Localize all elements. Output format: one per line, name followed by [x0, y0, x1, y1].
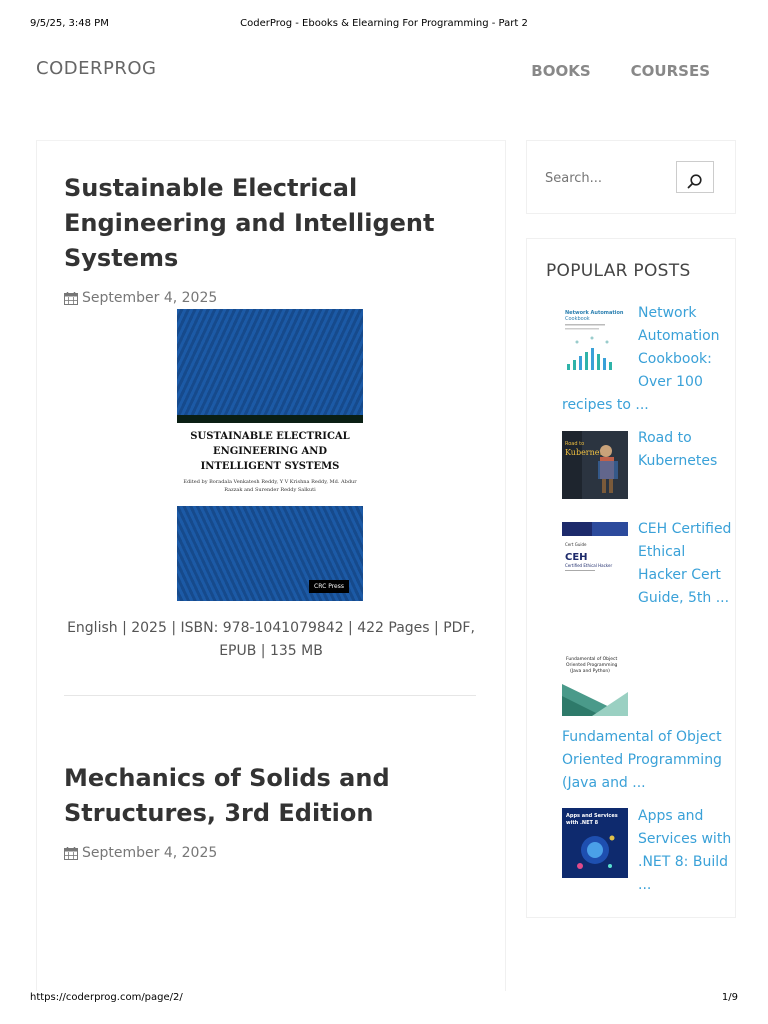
- svg-text:Oriented Programming: Oriented Programming: [566, 662, 618, 668]
- book-cover-image[interactable]: SUSTAINABLE ELECTRICAL ENGINEERING AND I…: [177, 309, 363, 601]
- post-date: September 4, 2025: [64, 845, 478, 861]
- site-logo[interactable]: CODERPROG: [36, 58, 156, 79]
- svg-text:Road to: Road to: [565, 441, 584, 447]
- popular-post-thumbnail[interactable]: Apps and Services with .NET 8: [562, 808, 628, 878]
- cover-publisher-logo: CRC Press: [309, 580, 349, 593]
- search-button[interactable]: [676, 161, 714, 193]
- svg-text:Cookbook: Cookbook: [565, 316, 590, 322]
- post-meta: English | 2025 | ISBN: 978-1041079842 | …: [67, 620, 475, 659]
- main-nav: BOOKS COURSES: [531, 62, 710, 80]
- svg-text:(Java and Python): (Java and Python): [570, 668, 610, 674]
- svg-text:Cert Guide: Cert Guide: [565, 542, 587, 547]
- popular-post-item: Road to Kubernetes Road to Kubernetes: [562, 427, 734, 499]
- popular-posts-heading: POPULAR POSTS: [546, 261, 691, 281]
- search-widget: [526, 140, 736, 214]
- popular-post-thumbnail[interactable]: Road to Kubernetes: [562, 431, 628, 499]
- popular-post-link[interactable]: Fundamental of Object Oriented Programmi…: [562, 729, 722, 791]
- svg-text:with .NET 8: with .NET 8: [566, 820, 599, 826]
- popular-post-link[interactable]: Apps and Services with .NET 8: Build ...: [638, 808, 731, 893]
- post-date-text: September 4, 2025: [82, 290, 218, 306]
- svg-text:CEH: CEH: [565, 552, 588, 563]
- nav-books-link[interactable]: BOOKS: [531, 62, 590, 80]
- cover-title: SUSTAINABLE ELECTRICAL ENGINEERING AND I…: [190, 431, 350, 472]
- print-doc-title: CoderProg - Ebooks & Elearning For Progr…: [240, 18, 528, 29]
- post-title[interactable]: Sustainable Electrical Engineering and I…: [64, 171, 478, 276]
- cover-title-panel: SUSTAINABLE ELECTRICAL ENGINEERING AND I…: [177, 423, 363, 506]
- site-header: CODERPROG BOOKS COURSES: [0, 58, 768, 88]
- popular-post-thumbnail[interactable]: Network Automation Cookbook: [562, 306, 628, 372]
- cover-editors: Edited by Boradala Venkatesh Reddy, Y V …: [183, 479, 357, 493]
- print-url: https://coderprog.com/page/2/: [30, 992, 183, 1003]
- search-icon: [677, 173, 713, 189]
- popular-post-thumbnail[interactable]: Cert Guide CEH Certified Ethical Hacker: [562, 522, 628, 588]
- post-date-text: September 4, 2025: [82, 845, 218, 861]
- popular-post-link[interactable]: Road to Kubernetes: [638, 430, 717, 469]
- post-divider: [64, 695, 476, 696]
- svg-text:Certified Ethical Hacker: Certified Ethical Hacker: [565, 563, 612, 568]
- main-content: Sustainable Electrical Engineering and I…: [36, 140, 506, 991]
- svg-text:Fundamental of Object: Fundamental of Object: [566, 656, 618, 662]
- cover-texture-top: [177, 309, 363, 415]
- popular-post-thumbnail[interactable]: Fundamental of Object Oriented Programmi…: [562, 646, 628, 716]
- search-input[interactable]: [545, 163, 665, 193]
- popular-post-item: Cert Guide CEH Certified Ethical Hacker …: [562, 518, 734, 610]
- calendar-icon: [64, 846, 78, 860]
- popular-post-item: Apps and Services with .NET 8 Apps and S…: [562, 805, 734, 897]
- post-article: Mechanics of Solids and Structures, 3rd …: [64, 761, 478, 861]
- post-date: September 4, 2025: [64, 290, 478, 306]
- post-article: Sustainable Electrical Engineering and I…: [64, 171, 478, 306]
- svg-text:Apps and Services: Apps and Services: [566, 813, 618, 819]
- print-page-number: 1/9: [721, 992, 738, 1003]
- popular-post-item: Network Automation Cookbook Network Auto…: [562, 302, 734, 417]
- popular-post-item: Fundamental of Object Oriented Programmi…: [562, 646, 734, 795]
- cover-dark-band: [177, 415, 363, 423]
- nav-courses-link[interactable]: COURSES: [631, 62, 710, 80]
- popular-post-link[interactable]: CEH Certified Ethical Hacker Cert Guide,…: [638, 521, 731, 606]
- calendar-icon: [64, 291, 78, 305]
- post-title[interactable]: Mechanics of Solids and Structures, 3rd …: [64, 761, 478, 831]
